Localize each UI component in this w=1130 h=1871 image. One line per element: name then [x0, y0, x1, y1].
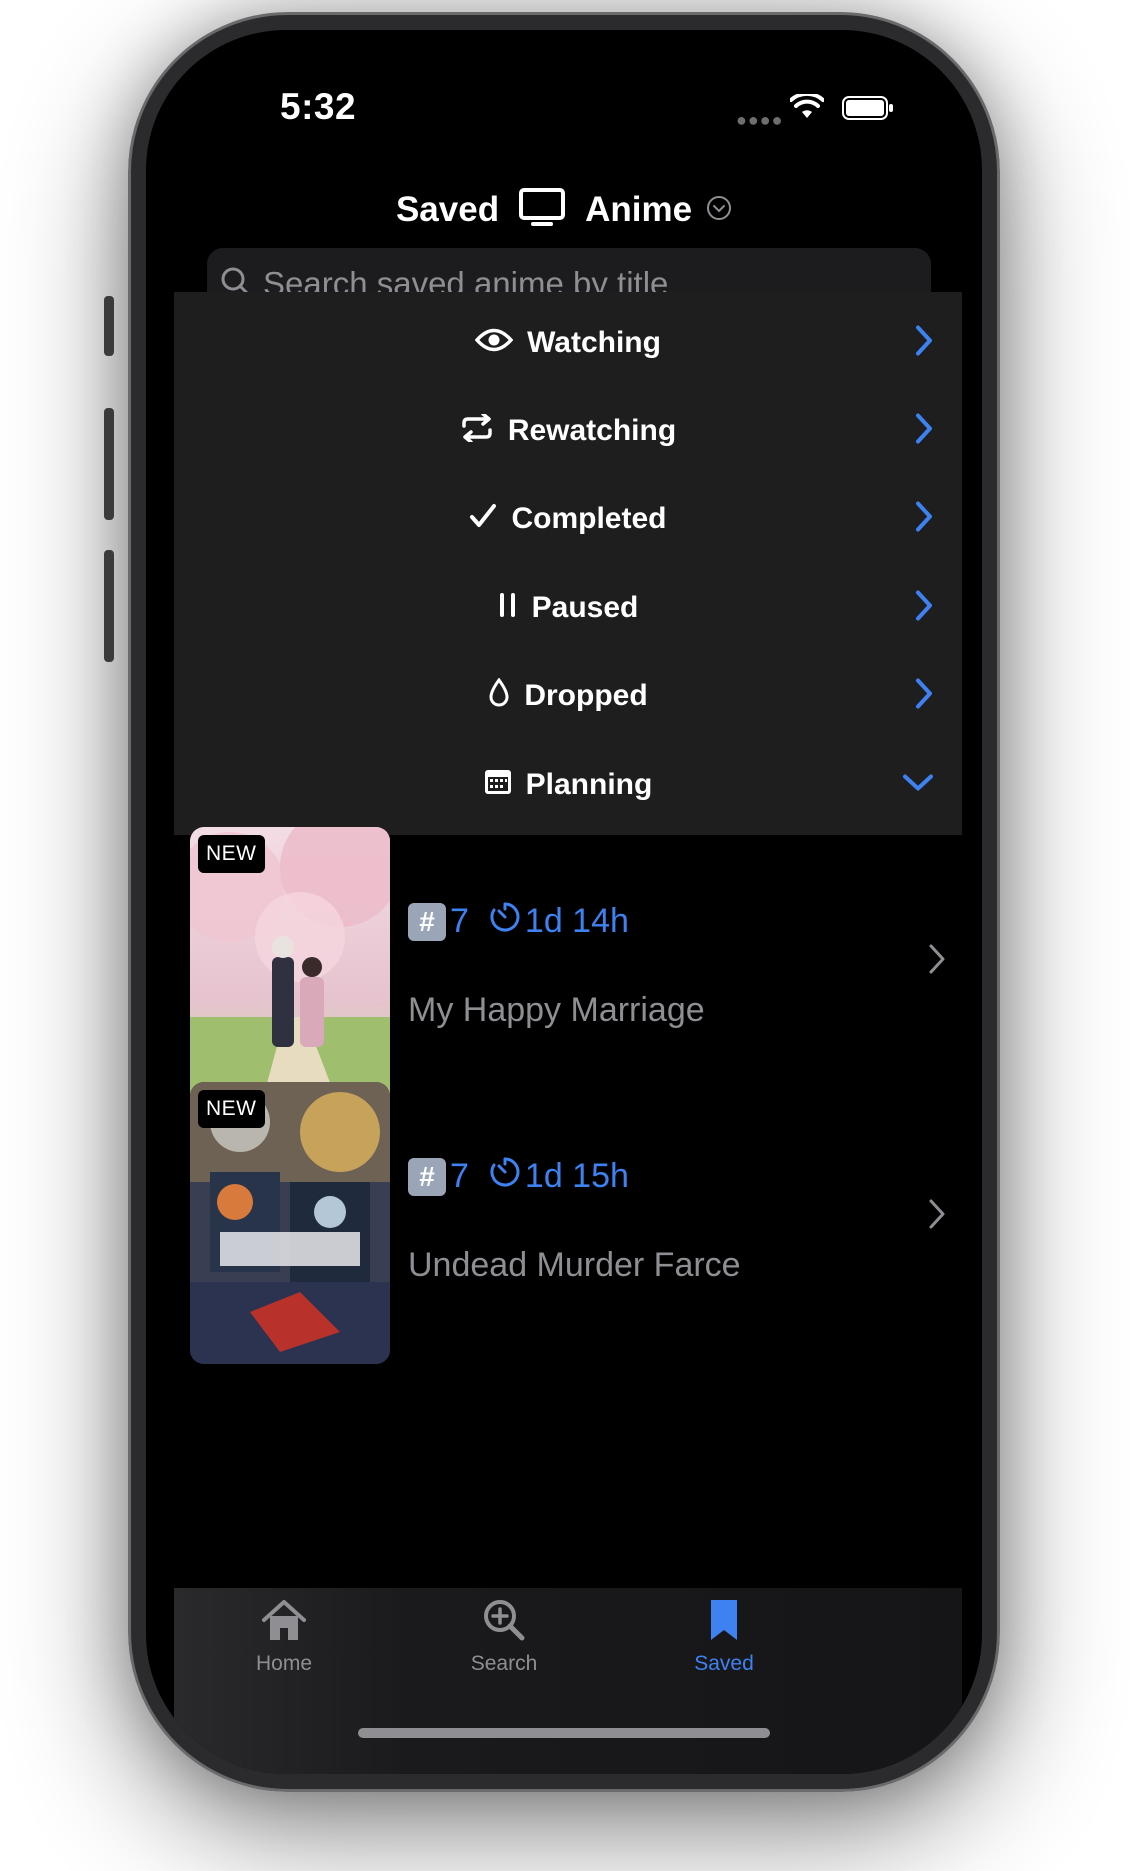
home-indicator[interactable]	[358, 1728, 770, 1738]
tab-label: Home	[255, 1652, 313, 1675]
chevron-right-icon	[914, 500, 934, 537]
app-screen: 5:32 ●●●● Saved Anime Search saved anime…	[146, 30, 982, 1774]
magnifier-plus-icon	[424, 1598, 584, 1648]
countdown: 1d 14h	[524, 902, 629, 940]
cover-image: NEW	[190, 1082, 390, 1364]
chevron-right-icon	[914, 677, 934, 714]
title-picker[interactable]: Saved Anime	[146, 180, 982, 240]
title-anime: Anime	[585, 190, 693, 229]
pause-icon	[498, 592, 518, 623]
new-badge: NEW	[198, 835, 265, 873]
section-label: Dropped	[524, 678, 648, 712]
section-label: Paused	[531, 590, 639, 624]
battery-icon	[842, 96, 894, 125]
section-label: Completed	[511, 501, 667, 535]
hash-icon: #	[408, 1157, 446, 1196]
chevron-down-circle-icon	[706, 195, 732, 226]
list-item[interactable]: NEW # 7 1d 15h Undead Murder Farce	[174, 1070, 962, 1364]
drop-icon	[488, 677, 510, 713]
episode-meta: # 7 1d 15h	[408, 1156, 629, 1197]
episode-meta: # 7 1d 14h	[408, 901, 629, 942]
section-label: Watching	[527, 325, 661, 359]
house-icon	[204, 1598, 364, 1648]
section-completed[interactable]: Completed	[174, 468, 962, 569]
tab-bar: Home Search Saved	[174, 1588, 962, 1774]
volume-down-button	[104, 550, 114, 662]
tab-search[interactable]: Search	[424, 1598, 584, 1676]
episode-number: 7	[450, 902, 469, 940]
section-label: Planning	[525, 767, 653, 801]
checkmark-icon	[469, 502, 497, 535]
section-paused[interactable]: Paused	[174, 557, 962, 658]
wifi-icon	[789, 91, 825, 125]
section-watching[interactable]: Watching	[174, 292, 962, 393]
repeat-icon	[460, 412, 494, 447]
chevron-right-icon	[928, 943, 946, 980]
chevron-down-icon	[902, 772, 934, 797]
anime-title: Undead Murder Farce	[408, 1246, 741, 1284]
list-item[interactable]: NEW # 7 1d 14h My Happy Marriage	[174, 815, 962, 1109]
tab-label: Search	[470, 1652, 538, 1675]
cover-image: NEW	[190, 827, 390, 1109]
chevron-right-icon	[914, 589, 934, 626]
chevron-right-icon	[914, 324, 934, 361]
timer-icon	[489, 1156, 521, 1197]
volume-up-button	[104, 408, 114, 520]
section-label: Rewatching	[507, 413, 677, 447]
countdown: 1d 15h	[524, 1157, 629, 1195]
timer-icon	[489, 901, 521, 942]
tab-home[interactable]: Home	[204, 1598, 364, 1676]
episode-number: 7	[450, 1157, 469, 1195]
hash-icon: #	[408, 902, 446, 941]
section-dropped[interactable]: Dropped	[174, 645, 962, 746]
signal-dots-icon: ●●●●	[736, 110, 784, 130]
bookmark-icon	[644, 1598, 804, 1648]
anime-title: My Happy Marriage	[408, 991, 705, 1029]
eye-icon	[474, 327, 514, 358]
chevron-right-icon	[928, 1198, 946, 1235]
tv-icon	[519, 187, 566, 233]
new-badge: NEW	[198, 1090, 265, 1128]
title-saved: Saved	[395, 190, 500, 229]
mute-switch	[104, 296, 114, 356]
tab-saved[interactable]: Saved	[644, 1598, 804, 1676]
calendar-icon	[484, 769, 512, 800]
status-bar: 5:32 ●●●●	[146, 30, 982, 140]
tab-label: Saved	[694, 1652, 754, 1675]
section-rewatching[interactable]: Rewatching	[174, 380, 962, 481]
status-time: 5:32	[280, 86, 357, 127]
chevron-right-icon	[914, 412, 934, 449]
